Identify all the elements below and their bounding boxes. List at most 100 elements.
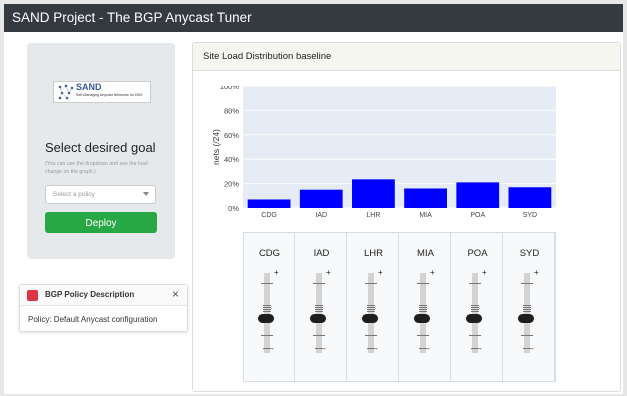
slider-poa: POA + - [452,233,503,381]
slider-tick [313,335,325,336]
slider-track[interactable] [524,273,530,353]
goal-help-text: (You can use the dropdown and see the lo… [45,161,148,175]
page-body: SAND Self-Managing Anycast Networks for … [4,32,623,394]
y-axis-label: nets (/24) [211,129,221,165]
bar-cdg [247,199,291,208]
slider-tick [523,307,531,308]
y-tick-label: 20% [224,180,239,189]
slider-thumb[interactable] [414,314,430,323]
slider-max-mark: + [534,268,539,277]
bar-syd [508,187,552,208]
bar-poa [456,182,500,208]
bar-iad [299,189,343,208]
policy-dropdown-placeholder: Select a policy [53,191,95,198]
slider-tick [419,311,427,312]
toast-body: Policy: Default Anycast configuration [28,315,158,324]
slider-min-mark: - [531,344,534,353]
bar-mia [404,188,447,208]
slider-tick [263,311,271,312]
app-title: SAND Project - The BGP Anycast Tuner [12,10,252,25]
slider-tick [367,311,375,312]
slider-tick [263,307,271,308]
slider-tick [469,335,481,336]
app-title-bar: SAND Project - The BGP Anycast Tuner [4,4,623,32]
policy-dropdown[interactable]: Select a policy [45,185,156,204]
slider-tick [471,311,479,312]
slider-min-mark: - [271,344,274,353]
slider-cdg: CDG + - [244,233,295,381]
slider-mia: MIA + - [400,233,451,381]
x-tick-label: SYD [523,212,537,219]
slider-min-mark: - [479,344,482,353]
load-distribution-panel: Site Load Distribution baseline 0% 20% 40%… [192,42,621,392]
network-icon [58,84,74,100]
slider-tick [469,283,481,284]
slider-label: MIA [417,248,434,259]
logo-title: SAND [76,82,102,92]
goal-card: SAND Self-Managing Anycast Networks for … [27,43,175,259]
slider-tick [523,305,531,306]
slider-syd: SYD + - [504,233,555,381]
slider-max-mark: + [326,268,331,277]
slider-tick [521,283,533,284]
slider-tick [263,305,271,306]
slider-label: IAD [313,248,330,259]
slider-track[interactable] [368,273,374,353]
slider-tick [523,348,531,349]
slider-track[interactable] [264,273,270,353]
slider-tick [367,309,375,310]
bar-lhr [352,179,395,208]
slider-tick [263,309,271,310]
slider-tick [315,309,323,310]
slider-tick [367,305,375,306]
slider-tick [417,335,429,336]
chevron-down-icon [143,192,149,196]
slider-max-mark: + [430,268,435,277]
slider-track[interactable] [420,273,426,353]
x-tick-label: LHR [366,212,380,219]
load-bar-chart: 0% 20% 40% 60% 80% 100% CDG IAD LHR MIA POA SYD nets… [211,86,556,219]
slider-tick [417,283,429,284]
slider-label: LHR [363,248,383,259]
slider-thumb[interactable] [466,314,482,323]
slider-tick [471,309,479,310]
y-tick-label: 0% [228,204,239,213]
slider-max-mark: + [378,268,383,277]
slider-tick [263,348,271,349]
slider-lhr: LHR + - [348,233,399,381]
y-tick-label: 100% [220,86,240,91]
slider-tick [521,335,533,336]
x-tick-label: POA [470,212,485,219]
y-tick-label: 60% [224,131,239,140]
slider-thumb[interactable] [518,314,534,323]
close-icon[interactable]: × [172,287,179,301]
slider-min-mark: - [323,344,326,353]
y-tick-label: 80% [224,106,239,115]
slider-tick [419,348,427,349]
slider-tick [471,348,479,349]
toast-title: BGP Policy Description [45,290,135,299]
slider-thumb[interactable] [310,314,326,323]
slider-track[interactable] [316,273,322,353]
slider-tick [523,309,531,310]
slider-tick [419,307,427,308]
deploy-button[interactable]: Deploy [45,212,157,233]
y-tick-label: 40% [224,155,239,164]
slider-tick [471,305,479,306]
goal-title: Select desired goal [45,140,156,155]
slider-tick [419,309,427,310]
x-tick-label: MIA [419,212,432,219]
panel-title: Site Load Distribution baseline [203,51,332,62]
slider-min-mark: - [375,344,378,353]
slider-tick [315,311,323,312]
slider-thumb[interactable] [258,314,274,323]
slider-tick [365,335,377,336]
slider-tick [367,307,375,308]
sand-logo: SAND Self-Managing Anycast Networks for … [53,81,151,103]
slider-tick [523,311,531,312]
slider-thumb[interactable] [362,314,378,323]
slider-tick [315,305,323,306]
slider-tick [315,307,323,308]
red-square-icon [27,290,38,301]
slider-track[interactable] [472,273,478,353]
